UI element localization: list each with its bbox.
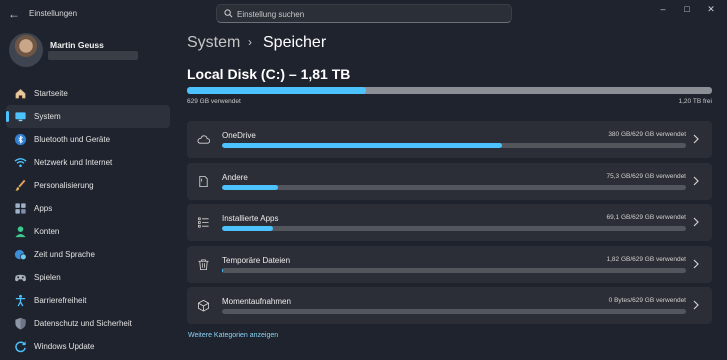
sidebar-item-label: Windows Update: [34, 342, 95, 351]
user-name: Martin Geuss: [50, 40, 104, 50]
category-row-installierte-apps[interactable]: Installierte Apps 69,1 GB/629 GB verwend…: [187, 204, 712, 241]
sidebar-item-personalisierung[interactable]: Personalisierung: [6, 174, 170, 197]
category-bar: [222, 267, 686, 273]
category-usage: 69,1 GB/629 GB verwendet: [606, 214, 687, 221]
sidebar: Startseite System Bluetooth und Geräte N…: [6, 82, 170, 358]
chevron-right-icon: [693, 259, 699, 268]
sidebar-item-barrierefreiheit[interactable]: Barrierefreiheit: [6, 289, 170, 312]
title-bar: ← Einstellungen – □ ✕: [0, 0, 727, 30]
category-name: OneDrive: [222, 131, 256, 140]
sidebar-item-label: Zeit und Sprache: [34, 250, 95, 259]
sidebar-item-label: Netzwerk und Internet: [34, 158, 113, 167]
sidebar-item-label: Konten: [34, 227, 60, 236]
category-bar: [222, 184, 686, 190]
chevron-right-icon: [693, 300, 699, 310]
sidebar-item-label: Barrierefreiheit: [34, 296, 87, 305]
gamepad-icon: [15, 274, 26, 282]
disk-usage-fill: [187, 87, 366, 94]
category-name: Momentaufnahmen: [222, 297, 291, 306]
sidebar-item-system[interactable]: System: [6, 105, 170, 128]
cloud-icon: [197, 135, 210, 144]
sidebar-item-label: Personalisierung: [34, 181, 94, 190]
sidebar-item-apps[interactable]: Apps: [6, 197, 170, 220]
cube-icon: [197, 299, 210, 312]
category-row-momentaufnahmen[interactable]: Momentaufnahmen 0 Bytes/629 GB verwendet: [187, 287, 712, 324]
breadcrumb-separator: ›: [248, 35, 252, 49]
chevron-right-icon: [693, 217, 699, 227]
sidebar-item-label: Datenschutz und Sicherheit: [34, 319, 132, 328]
chevron-right-icon: [693, 176, 699, 185]
sidebar-item-bluetooth[interactable]: Bluetooth und Geräte: [6, 128, 170, 151]
category-row-onedrive[interactable]: OneDrive 380 GB/629 GB verwendet: [187, 121, 712, 158]
category-name: Temporäre Dateien: [222, 255, 291, 265]
update-icon: [15, 341, 26, 353]
shield-icon: [15, 317, 26, 330]
home-icon: [15, 88, 26, 99]
category-name: Andere: [222, 172, 248, 182]
avatar[interactable]: [9, 33, 43, 67]
maximize-button[interactable]: □: [675, 0, 699, 20]
search-box[interactable]: [216, 4, 512, 23]
sidebar-item-konten[interactable]: Konten: [6, 220, 170, 243]
sidebar-item-label: Apps: [34, 204, 53, 213]
category-name: Installierte Apps: [222, 214, 279, 223]
monitor-icon: [15, 112, 26, 122]
category-bar-fill: [222, 226, 274, 231]
document-icon: [199, 175, 208, 187]
category-bar-fill: [222, 184, 278, 190]
app-title: Einstellungen: [29, 9, 78, 18]
page-title: Speicher: [263, 34, 327, 51]
apps-icon: [15, 203, 26, 214]
disk-title: Local Disk (C:) – 1,81 TB: [187, 66, 351, 82]
category-row-temporaere-dateien[interactable]: Temporäre Dateien 1,82 GB/629 GB verwend…: [187, 245, 712, 283]
category-bar-fill: [222, 267, 224, 273]
person-icon: [15, 226, 26, 238]
category-bar: [222, 226, 686, 231]
category-bar: [222, 143, 686, 148]
category-usage: 0 Bytes/629 GB verwendet: [608, 297, 686, 304]
category-bar: [222, 309, 686, 314]
trash-icon: [198, 258, 209, 270]
sidebar-item-label: System: [34, 112, 61, 121]
sidebar-item-label: Bluetooth und Geräte: [34, 135, 111, 144]
disk-free-label: 1,20 TB frei: [678, 98, 712, 105]
wifi-icon: [14, 158, 27, 168]
sidebar-item-startseite[interactable]: Startseite: [6, 82, 170, 105]
sidebar-item-spielen[interactable]: Spielen: [6, 266, 170, 289]
category-row-andere[interactable]: Andere 75,3 GB/629 GB verwendet: [187, 162, 712, 200]
sidebar-item-netzwerk[interactable]: Netzwerk und Internet: [6, 151, 170, 174]
search-icon: [224, 9, 233, 18]
storage-categories: OneDrive 380 GB/629 GB verwendet Andere …: [187, 121, 712, 329]
category-usage: 1,82 GB/629 GB verwendet: [606, 255, 687, 263]
sidebar-item-label: Spielen: [34, 273, 61, 282]
user-email-redacted: [48, 51, 138, 60]
search-input[interactable]: [237, 6, 497, 22]
disk-usage-bar: [187, 87, 712, 94]
globe-clock-icon: [14, 249, 27, 261]
more-categories-link[interactable]: Weitere Kategorien anzeigen: [188, 332, 278, 339]
category-usage: 380 GB/629 GB verwendet: [608, 131, 686, 138]
close-button[interactable]: ✕: [699, 0, 723, 20]
sidebar-item-datenschutz[interactable]: Datenschutz und Sicherheit: [6, 312, 170, 335]
back-arrow-icon[interactable]: ←: [8, 7, 22, 21]
sidebar-item-label: Startseite: [34, 89, 68, 98]
sidebar-item-windows-update[interactable]: Windows Update: [6, 335, 170, 358]
sidebar-item-zeit-und-sprache[interactable]: Zeit und Sprache: [6, 243, 170, 266]
disk-used-label: 629 GB verwendet: [187, 98, 241, 105]
list-icon: [198, 217, 209, 228]
minimize-button[interactable]: –: [651, 0, 675, 20]
category-usage: 75,3 GB/629 GB verwendet: [606, 172, 687, 180]
brush-icon: [15, 179, 26, 191]
category-bar-fill: [222, 143, 503, 148]
bluetooth-icon: [14, 133, 27, 146]
breadcrumb-parent[interactable]: System: [187, 34, 240, 52]
accessibility-icon: [15, 294, 26, 307]
chevron-right-icon: [693, 134, 699, 144]
